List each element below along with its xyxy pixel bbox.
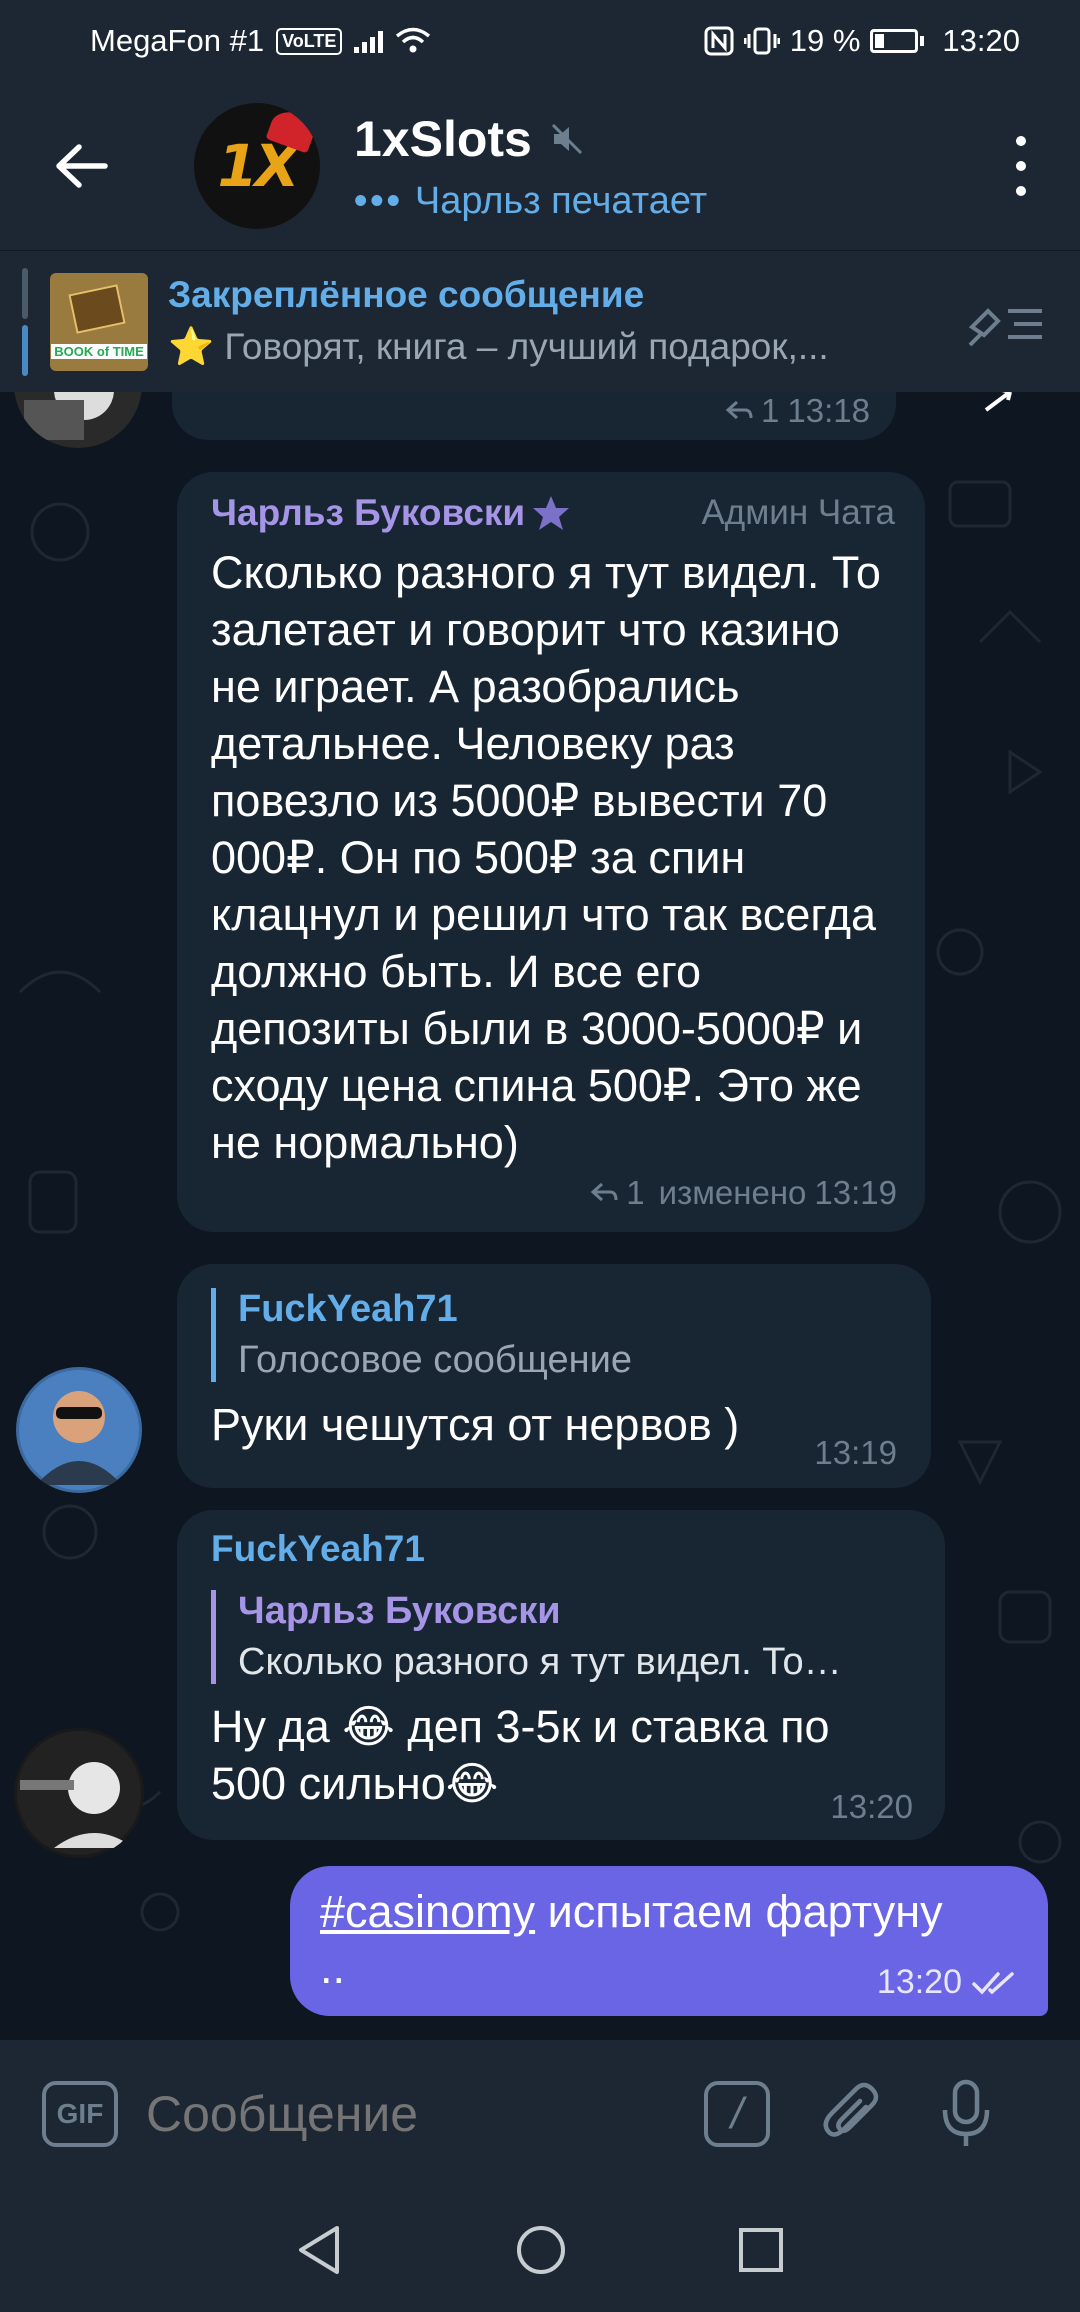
reply-sender: Чарльз Буковски <box>238 1590 561 1632</box>
share-icon[interactable] <box>972 392 1032 420</box>
edited-label: изменено <box>658 1174 807 1211</box>
message-bubble[interactable]: Чарльз Буковски Админ Чата Сколько разно… <box>177 472 925 1232</box>
status-bar: MegaFon #1 VoLTE 19 % 13:20 <box>0 0 1080 82</box>
message-time: 13:20 <box>876 1963 962 2001</box>
arrow-left-icon <box>56 144 108 188</box>
microphone-icon[interactable] <box>940 2078 992 2150</box>
pinned-thumb-label: BOOK of TIME <box>51 343 147 359</box>
pinned-preview: ⭐ Говорят, книга – лучший подарок,... <box>168 326 829 367</box>
avatar[interactable] <box>16 1367 142 1493</box>
pinned-thumbnail: BOOK of TIME <box>50 272 148 371</box>
nav-recents-icon[interactable] <box>737 2226 785 2274</box>
typing-indicator-icon: ••• <box>354 179 403 222</box>
message-text: Ну да 😂 деп 3-5к и ставка по 500 сильно😂 <box>211 1701 830 1809</box>
message-text: Руки чешутся от нервов ) <box>211 1399 740 1450</box>
pinned-list-button[interactable] <box>968 301 1044 352</box>
paperclip-icon[interactable] <box>822 2081 882 2147</box>
message-time: 13:19 <box>814 1434 897 1471</box>
signal-icon <box>354 29 384 53</box>
chat-header: 1X 1xSlots ••• Чарльз печатает <box>0 82 1080 250</box>
avatar[interactable] <box>14 1728 144 1858</box>
muted-icon <box>551 123 582 154</box>
pin-list-icon <box>968 308 1042 347</box>
nav-back-icon[interactable] <box>295 2224 345 2276</box>
message-bubble[interactable]: FuckYeah71 Чарльз Буковски Сколько разно… <box>177 1510 945 1840</box>
gif-button[interactable]: GIF <box>42 2081 118 2147</box>
reply-preview[interactable]: FuckYeah71 Голосовое сообщение <box>211 1288 897 1382</box>
pinned-message-bar[interactable]: BOOK of TIME Закреплённое сообщение ⭐ Го… <box>0 250 1080 392</box>
sender-role: Админ Чата <box>701 493 895 532</box>
bot-command-button[interactable]: / <box>704 2081 770 2147</box>
battery-percent: 19 % <box>789 23 861 58</box>
message-bubble[interactable]: FuckYeah71 Голосовое сообщение Руки чешу… <box>177 1264 931 1488</box>
clock: 13:20 <box>942 23 1020 58</box>
hashtag-link[interactable]: #casinomy <box>320 1886 535 1937</box>
nav-home-icon[interactable] <box>515 2224 567 2276</box>
dot <box>1016 186 1026 196</box>
reply-count: 1 <box>761 392 780 429</box>
channel-avatar[interactable]: 1X <box>194 103 320 229</box>
message-bubble[interactable]: 1 13:18 <box>172 392 896 440</box>
sender-name[interactable]: FuckYeah71 <box>211 1528 911 1570</box>
reply-count-icon <box>725 400 753 420</box>
back-button[interactable] <box>42 126 122 206</box>
message-text: Сколько разного я тут видел. То залетает… <box>211 547 881 1168</box>
reply-text: Голосовое сообщение <box>238 1339 632 1381</box>
system-nav-bar <box>0 2188 1080 2312</box>
message-time: 13:18 <box>787 392 870 429</box>
message-time: 13:20 <box>830 1788 913 1825</box>
message-input[interactable] <box>146 2085 666 2143</box>
double-check-icon <box>972 1971 1014 1995</box>
message-composer: GIF / <box>0 2040 1080 2188</box>
sender-name[interactable]: Чарльз Буковски <box>211 492 525 534</box>
reply-text: Сколько разного я тут видел. То… <box>238 1641 842 1683</box>
wifi-icon <box>396 27 431 53</box>
message-time: 13:19 <box>814 1174 897 1211</box>
reply-preview[interactable]: Чарльз Буковски Сколько разного я тут ви… <box>211 1590 911 1684</box>
pinned-title: Закреплённое сообщение <box>168 274 645 315</box>
more-menu-button[interactable] <box>1006 136 1036 196</box>
volte-icon: VoLTE <box>276 27 343 55</box>
chat-area[interactable]: 1 13:18 Чарльз Буковски Админ Чата Сколь… <box>0 392 1080 2040</box>
pinned-indicator <box>22 267 28 376</box>
header-info[interactable]: 1xSlots ••• Чарльз печатает <box>354 110 707 223</box>
reply-count: 1 <box>626 1174 645 1211</box>
book-icon <box>68 283 126 334</box>
dot <box>1016 136 1026 146</box>
reply-sender: FuckYeah71 <box>238 1288 458 1330</box>
nfc-icon <box>704 26 734 56</box>
star-badge-icon <box>533 496 570 530</box>
dot <box>1016 161 1026 171</box>
carrier-name: MegaFon #1 <box>90 23 265 58</box>
own-message-bubble[interactable]: #casinomy испытаем фартуну .. 13:20 <box>290 1866 1048 2016</box>
battery-icon <box>870 29 925 53</box>
vibrate-icon <box>743 27 780 55</box>
reply-count-icon <box>591 1182 618 1202</box>
typing-status: Чарльз печатает <box>414 179 708 222</box>
channel-title: 1xSlots <box>354 110 532 167</box>
